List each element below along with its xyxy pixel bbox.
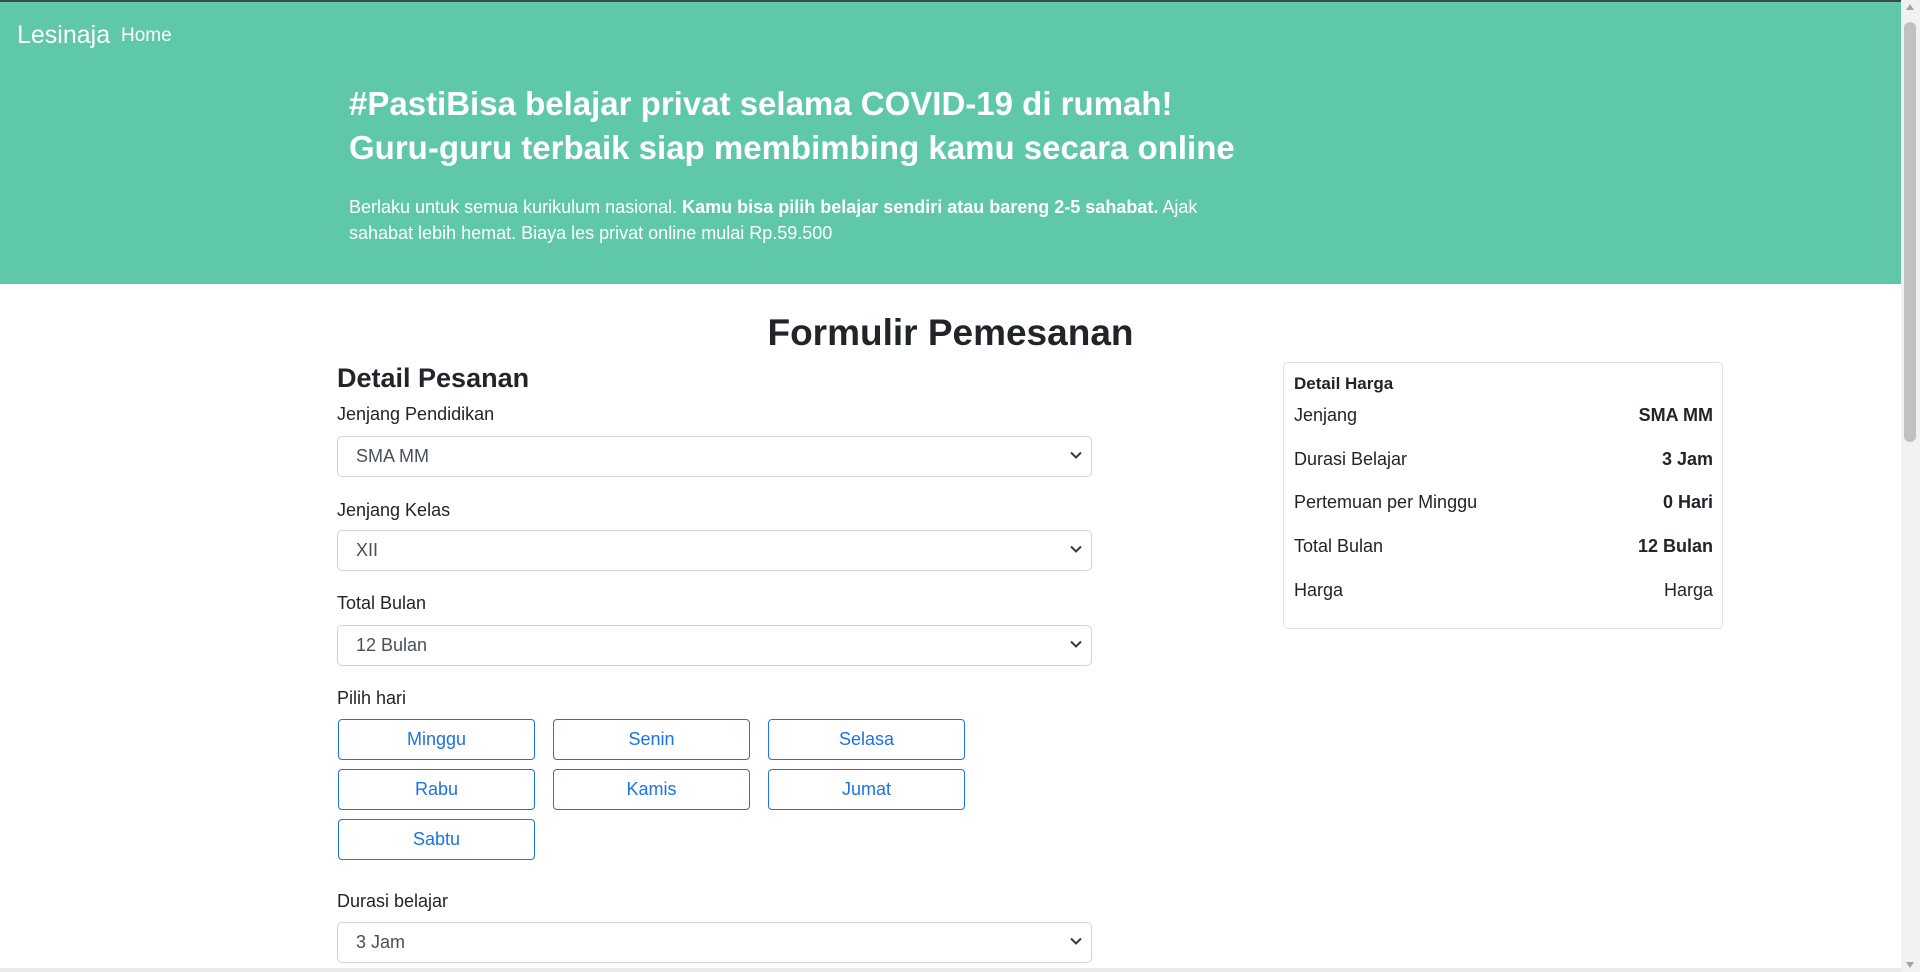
price-row-label: Total Bulan <box>1294 536 1384 556</box>
day-button-senin[interactable]: Senin <box>553 719 750 760</box>
education-level-value: SMA MM <box>356 446 430 466</box>
price-row-pertemuan: Pertemuan per Minggu 0 Hari <box>1294 490 1713 514</box>
day-button-selasa[interactable]: Selasa <box>768 719 965 760</box>
chevron-down-icon <box>1069 531 1083 570</box>
price-row-value: Harga <box>1663 580 1713 600</box>
price-row-jenjang: Jenjang SMA MM <box>1294 403 1713 427</box>
price-row-durasi: Durasi Belajar 3 Jam <box>1294 447 1713 471</box>
brand-logo-link[interactable]: Lesinaja <box>17 20 110 50</box>
choose-day-label: Pilih hari <box>337 688 407 708</box>
study-duration-value: 3 Jam <box>356 932 406 952</box>
hero-heading-line1: #PastiBisa belajar privat selama COVID-1… <box>349 85 1173 122</box>
study-duration-label: Durasi belajar <box>337 891 449 911</box>
price-row-total-bulan: Total Bulan 12 Bulan <box>1294 534 1713 558</box>
chevron-down-icon <box>1069 626 1083 665</box>
day-button-rabu[interactable]: Rabu <box>338 769 535 810</box>
price-row-label: Harga <box>1294 580 1344 600</box>
scroll-up-arrow-icon[interactable] <box>1906 4 1914 10</box>
price-row-value: SMA MM <box>1638 405 1713 425</box>
study-duration-select[interactable]: 3 Jam <box>337 922 1092 963</box>
vertical-scrollbar[interactable] <box>1901 0 1920 972</box>
education-level-select[interactable]: SMA MM <box>337 436 1092 477</box>
day-button-kamis[interactable]: Kamis <box>553 769 750 810</box>
price-detail-card: Detail Harga Jenjang SMA MM Durasi Belaj… <box>1283 362 1723 629</box>
total-month-select[interactable]: 12 Bulan <box>337 625 1092 666</box>
price-row-value: 3 Jam <box>1661 449 1713 469</box>
price-row-value: 0 Hari <box>1662 492 1713 512</box>
hero-heading-line2: Guru-guru terbaik siap membimbing kamu s… <box>349 129 1235 166</box>
scrollbar-thumb[interactable] <box>1904 22 1916 442</box>
chevron-down-icon <box>1069 437 1083 476</box>
price-row-label: Jenjang <box>1294 405 1358 425</box>
scroll-down-arrow-icon[interactable] <box>1906 962 1914 968</box>
day-button-jumat[interactable]: Jumat <box>768 769 965 810</box>
hero-description: Berlaku untuk semua kurikulum nasional. … <box>349 194 1259 246</box>
form-title: Formulir Pemesanan <box>767 312 1134 353</box>
order-detail-heading: Detail Pesanan <box>337 363 530 393</box>
class-level-label: Jenjang Kelas <box>337 500 451 520</box>
class-level-value: XII <box>356 540 379 560</box>
hero-desc-start: Berlaku untuk semua kurikulum nasional. <box>349 197 683 217</box>
chevron-down-icon <box>1069 923 1083 962</box>
day-button-sabtu[interactable]: Sabtu <box>338 819 535 860</box>
education-level-label: Jenjang Pendidikan <box>337 404 495 424</box>
price-row-label: Durasi Belajar <box>1294 449 1408 469</box>
price-row-value: 12 Bulan <box>1637 536 1713 556</box>
hero-desc-bold: Kamu bisa pilih belajar sendiri atau bar… <box>682 197 1159 217</box>
total-month-label: Total Bulan <box>337 593 427 613</box>
nav-home-link[interactable]: Home <box>121 24 172 48</box>
total-month-value: 12 Bulan <box>356 635 428 655</box>
price-row-label: Pertemuan per Minggu <box>1294 492 1478 512</box>
hero-heading: #PastiBisa belajar privat selama COVID-1… <box>349 82 1235 170</box>
day-button-minggu[interactable]: Minggu <box>338 719 535 760</box>
price-row-harga: Harga Harga <box>1294 578 1713 602</box>
price-detail-title: Detail Harga <box>1294 374 1394 393</box>
hero-banner: Lesinaja Home #PastiBisa belajar privat … <box>0 2 1901 284</box>
bottom-divider <box>0 968 1901 972</box>
class-level-select[interactable]: XII <box>337 530 1092 571</box>
